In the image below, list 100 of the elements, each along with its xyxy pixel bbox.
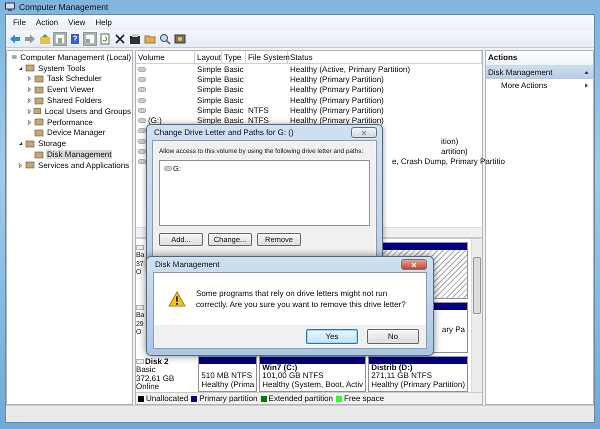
drive-icon: [164, 166, 172, 171]
partition-name: Win7 (C:): [262, 364, 298, 372]
app-icon: [5, 2, 15, 12]
collapsed-arrow-icon[interactable]: [27, 87, 32, 92]
partition-info: Healthy (System, Boot, Activ: [262, 380, 364, 389]
table-cell-text: Basic: [223, 64, 245, 74]
folder-up-icon[interactable]: [39, 32, 51, 44]
menu-item[interactable]: Help: [90, 18, 117, 27]
tree-node-icon: [33, 106, 42, 116]
search-icon[interactable]: [159, 32, 171, 44]
forward-arrow-icon[interactable]: [24, 32, 36, 44]
tree-item[interactable]: Computer Management (Local): [19, 52, 132, 62]
submenu-arrow-icon: [584, 83, 589, 88]
legend-label: Primary partition: [199, 394, 258, 403]
collapsed-arrow-icon[interactable]: [18, 162, 23, 168]
menu-item[interactable]: Action: [30, 18, 64, 27]
tree-node-icon: [34, 84, 44, 95]
collapse-arrow-icon: [584, 70, 589, 75]
tree-item[interactable]: Task Scheduler: [46, 74, 103, 84]
table-cell-text: Basic: [223, 106, 245, 115]
table-cell-text: Simple: [196, 64, 222, 74]
tree-item[interactable]: Services and Applications: [37, 160, 130, 170]
partition-block[interactable]: Win7 (C:) 101,00 GB NTFS Healthy (System, Boot, Activ: [259, 356, 366, 392]
partition-info: 101,00 GB NTFS: [262, 372, 325, 380]
collapsed-arrow-icon[interactable]: [27, 76, 32, 82]
panel-icon[interactable]: [54, 32, 66, 44]
collapsed-arrow-icon[interactable]: [27, 120, 32, 125]
table-cell: artition): [441, 147, 468, 156]
table-cell-text: Basic: [223, 74, 245, 84]
table-cell-text: Basic: [223, 85, 245, 94]
tree-item[interactable]: Storage: [37, 139, 68, 148]
dialog-button[interactable]: No: [367, 329, 419, 344]
table-cell-text: Simple: [196, 96, 222, 105]
refresh-icon[interactable]: [99, 32, 111, 44]
dialog-message: Some programs that rely on drive letters might not run correctly. Are you sure you want to remove this drive letter?: [196, 288, 407, 310]
table-cell: NTFS: [248, 116, 269, 126]
table-cell: Healthy (Primary Partition): [290, 96, 384, 105]
tree-node-icon: [25, 63, 35, 74]
partition-info: Healthy (Primary Partition): [371, 380, 465, 389]
partition-block[interactable]: 510 MB NTFS Healthy (Prima: [198, 356, 258, 392]
tree-item[interactable]: Disk Management: [46, 150, 112, 160]
table-cell-text: Basic: [223, 116, 245, 126]
folder-icon[interactable]: [144, 32, 156, 44]
column-header[interactable]: Layout: [195, 51, 222, 63]
table-cell: ition): [441, 136, 458, 146]
back-arrow-icon[interactable]: [9, 32, 21, 44]
collapsed-arrow-icon[interactable]: [27, 98, 32, 104]
tree-node-icon: [25, 138, 35, 149]
tree-node-icon: [34, 150, 44, 160]
legend-label: Unallocated: [146, 394, 188, 403]
dialog-title: Disk Management: [155, 260, 220, 269]
legend-label: Extended partition: [268, 394, 333, 403]
table-cell: (G:): [148, 116, 162, 126]
tree-item[interactable]: Device Manager: [46, 128, 106, 138]
collapsed-arrow-icon[interactable]: [27, 108, 32, 114]
actions-section[interactable]: Disk Management: [486, 66, 593, 79]
tree-item[interactable]: Performance: [46, 118, 94, 127]
menu-item[interactable]: View: [63, 18, 90, 27]
partition-info: ary Pa: [442, 326, 465, 335]
dialog-title: Change Drive Letter and Paths for G: (): [154, 128, 294, 137]
table-cell: Healthy (Active, Primary Partition): [290, 64, 410, 74]
column-header[interactable]: Status: [288, 51, 482, 63]
partition-block[interactable]: Distrib (D:) 271,11 GB NTFS Healthy (Primary Partition): [368, 356, 468, 392]
table-cell-text: Simple: [196, 74, 222, 84]
partition-info: 510 MB NTFS: [201, 372, 254, 380]
table-cell: Healthy (Primary Partition): [290, 106, 384, 115]
tree-node-icon: [34, 117, 44, 128]
help-icon[interactable]: [69, 32, 81, 44]
tree-item[interactable]: Event Viewer: [46, 85, 95, 94]
partition-info: Healthy (Prima: [201, 380, 254, 389]
table-cell-text: Basic: [223, 96, 245, 105]
menu-item[interactable]: File: [8, 18, 31, 27]
panel-icon[interactable]: [84, 32, 96, 44]
expanded-arrow-icon[interactable]: [18, 141, 23, 146]
warning-icon: [168, 291, 186, 307]
disk-info: 372,61 GB: [136, 374, 174, 383]
column-header[interactable]: Type: [222, 51, 246, 63]
action-link[interactable]: More Actions: [501, 81, 548, 90]
tree-node-icon: [34, 128, 44, 138]
close-button[interactable]: [351, 127, 377, 138]
tree-item[interactable]: System Tools: [37, 64, 86, 73]
column-header[interactable]: File System: [246, 51, 288, 63]
window-title: Computer Management: [19, 2, 108, 12]
tree-node-icon: [34, 74, 44, 84]
legend-label: Free space: [344, 394, 384, 403]
partition-info: 271,11 GB NTFS: [371, 372, 433, 380]
delete-icon[interactable]: [114, 32, 126, 44]
close-button[interactable]: [401, 259, 427, 270]
tree-node-icon: [34, 96, 44, 106]
dialog-button[interactable]: Yes: [306, 329, 358, 344]
tree-item[interactable]: Local Users and Groups: [44, 106, 132, 116]
expanded-arrow-icon[interactable]: [18, 66, 23, 71]
actions-header: Actions: [486, 51, 593, 66]
table-cell: Healthy (Primary Partition): [290, 116, 384, 126]
column-header[interactable]: Volume: [136, 51, 195, 63]
table-cell: Healthy (Primary Partition): [290, 85, 384, 94]
table-cell: e, Crash Dump, Primary Partitio: [392, 157, 505, 166]
tree-item[interactable]: Shared Folders: [46, 96, 103, 106]
table-cell: NTFS: [248, 106, 269, 115]
vertical-scrollbar[interactable]: [471, 239, 482, 392]
